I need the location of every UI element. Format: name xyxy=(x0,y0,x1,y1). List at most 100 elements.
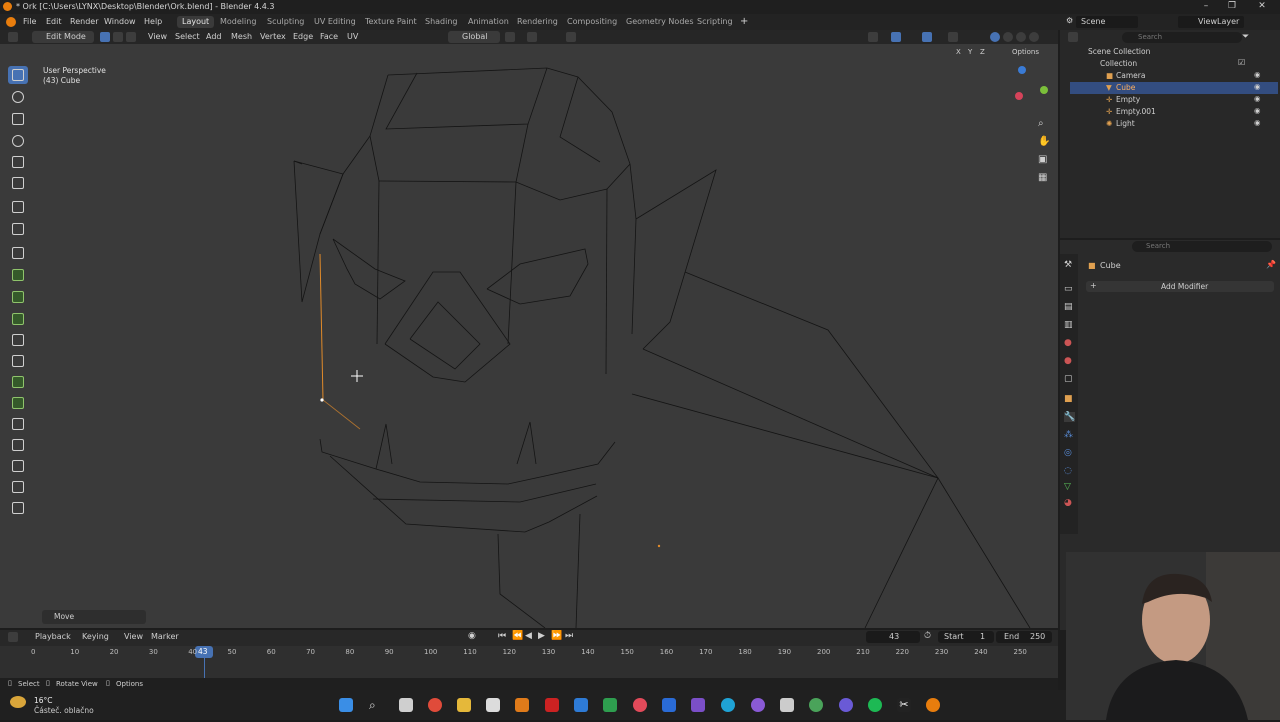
menu-file[interactable]: File xyxy=(23,17,36,26)
menu-view[interactable]: View xyxy=(148,32,167,41)
menu-mesh[interactable]: Mesh xyxy=(231,32,252,41)
weather-icon[interactable] xyxy=(10,696,26,708)
outliner-scene-collection[interactable]: Scene Collection xyxy=(1070,46,1278,58)
operator-panel[interactable]: Move xyxy=(42,610,146,624)
start-frame-field[interactable]: Start 1 xyxy=(938,631,994,643)
rendered-shading-icon[interactable] xyxy=(1029,32,1039,42)
eye-icon[interactable]: ◉ xyxy=(1254,106,1261,115)
tab-shading[interactable]: Shading xyxy=(420,16,463,28)
menu-render[interactable]: Render xyxy=(70,17,98,26)
blender-taskbar-icon[interactable] xyxy=(926,698,940,712)
menu-uv[interactable]: UV xyxy=(347,32,358,41)
tab-uv-editing[interactable]: UV Editing xyxy=(309,16,361,28)
particles-tab-icon[interactable]: ⁂ xyxy=(1064,430,1073,440)
outliner-item-cube[interactable]: ▼ Cube ◉ xyxy=(1070,82,1278,94)
loop-cut-tool[interactable] xyxy=(8,331,28,349)
wireframe-shading-icon[interactable] xyxy=(990,32,1000,42)
eye-icon[interactable]: ◉ xyxy=(1254,82,1261,91)
clock-icon[interactable]: ⏱ xyxy=(924,631,931,641)
menu-select[interactable]: Select xyxy=(175,32,200,41)
tab-compositing[interactable]: Compositing xyxy=(562,16,622,28)
edge-select-icon[interactable] xyxy=(113,32,123,42)
vlc-icon[interactable] xyxy=(515,698,529,712)
tab-modeling[interactable]: Modeling xyxy=(215,16,261,28)
mirror-axis-z[interactable]: Z xyxy=(980,48,985,56)
pan-hand-icon[interactable]: ✋ xyxy=(1038,136,1050,147)
settings-icon[interactable] xyxy=(780,698,794,712)
material-shading-icon[interactable] xyxy=(1016,32,1026,42)
keying-menu[interactable]: Keying xyxy=(82,632,109,641)
face-select-icon[interactable] xyxy=(126,32,136,42)
tab-texture-paint[interactable]: Texture Paint xyxy=(360,16,422,28)
scene-tab-icon[interactable]: ● xyxy=(1064,338,1072,348)
modifier-wrench-icon[interactable]: 🔧 xyxy=(1064,412,1076,422)
blender-menu-icon[interactable] xyxy=(6,17,16,27)
snap-icon[interactable] xyxy=(527,32,537,42)
chrome-icon[interactable] xyxy=(428,698,442,712)
extrude-tool[interactable] xyxy=(8,266,28,284)
tab-animation[interactable]: Animation xyxy=(463,16,514,28)
add-cube-tool[interactable] xyxy=(8,244,28,262)
3d-viewport[interactable]: User Perspective (43) Cube ⌕ ✋ ▣ ▦ Optio… xyxy=(0,44,1058,628)
xray-icon[interactable] xyxy=(948,32,958,42)
mail-icon[interactable] xyxy=(662,698,676,712)
knife-tool[interactable] xyxy=(8,352,28,370)
task-view-icon[interactable] xyxy=(399,698,413,712)
outliner-item-camera[interactable]: ■ Camera ◉ xyxy=(1070,70,1278,82)
eye-icon[interactable]: ◉ xyxy=(1254,118,1261,127)
mesh-wireframe[interactable] xyxy=(0,44,1058,628)
messenger-icon[interactable] xyxy=(751,698,765,712)
editor-type-icon[interactable] xyxy=(8,32,18,42)
playback-menu[interactable]: Playback xyxy=(35,632,71,641)
eye-icon[interactable]: ◉ xyxy=(1254,70,1261,79)
end-frame-field[interactable]: End 250 xyxy=(996,631,1052,643)
menu-edge[interactable]: Edge xyxy=(293,32,313,41)
select-box-tool[interactable] xyxy=(8,66,28,84)
marker-menu[interactable]: Marker xyxy=(151,632,179,641)
view-layer-selector[interactable]: ViewLayer xyxy=(1178,16,1244,28)
jump-end-icon[interactable]: ⏭ xyxy=(565,631,573,641)
spotify-icon[interactable] xyxy=(868,698,882,712)
menu-face[interactable]: Face xyxy=(320,32,338,41)
move-tool[interactable] xyxy=(8,110,28,128)
cursor-tool[interactable] xyxy=(8,88,28,106)
transform-tool[interactable] xyxy=(8,174,28,192)
edge-slide-tool[interactable] xyxy=(8,436,28,454)
store-icon[interactable] xyxy=(486,698,500,712)
tab-layout[interactable]: Layout xyxy=(177,16,215,28)
file-explorer-icon[interactable] xyxy=(457,698,471,712)
outliner-collection[interactable]: Collection ☑ xyxy=(1070,58,1278,70)
shrink-fatten-tool[interactable] xyxy=(8,457,28,475)
render-tab-icon[interactable]: ▭ xyxy=(1064,284,1073,294)
outliner-editor-icon[interactable] xyxy=(1068,32,1078,42)
menu-window[interactable]: Window xyxy=(104,17,136,26)
annotate-tool[interactable] xyxy=(8,198,28,216)
collection-tab-icon[interactable]: ▢ xyxy=(1064,374,1073,384)
visibility-icon[interactable] xyxy=(868,32,878,42)
pin-icon[interactable]: 📌 xyxy=(1266,260,1276,269)
proportional-edit-icon[interactable] xyxy=(566,32,576,42)
overlay-icon[interactable] xyxy=(922,32,932,42)
outliner-search-input[interactable]: Search xyxy=(1122,32,1242,43)
tab-scripting[interactable]: Scripting xyxy=(692,16,738,28)
maximize-icon[interactable]: ❐ xyxy=(1222,1,1242,13)
mirror-axis-y[interactable]: Y xyxy=(968,48,972,56)
outliner-item-light[interactable]: ✺ Light ◉ xyxy=(1070,118,1278,130)
rip-region-tool[interactable] xyxy=(8,499,28,517)
obs-icon[interactable] xyxy=(839,698,853,712)
tab-rendering[interactable]: Rendering xyxy=(512,16,563,28)
browser-icon[interactable] xyxy=(809,698,823,712)
gizmo-x-axis-icon[interactable] xyxy=(1015,92,1023,100)
outliner-item-empty-001[interactable]: ✛ Empty.001 ◉ xyxy=(1070,106,1278,118)
add-modifier-button[interactable]: + Add Modifier xyxy=(1086,281,1274,292)
data-tab-icon[interactable]: ▽ xyxy=(1064,482,1071,492)
scale-tool[interactable] xyxy=(8,153,28,171)
collection-checkbox-icon[interactable]: ☑ xyxy=(1238,58,1245,67)
physics-tab-icon[interactable]: ◎ xyxy=(1064,448,1072,458)
output-tab-icon[interactable]: ▤ xyxy=(1064,302,1073,312)
gizmo-y-axis-icon[interactable] xyxy=(1040,86,1048,94)
gizmo-z-axis-icon[interactable] xyxy=(1018,66,1026,74)
world-tab-icon[interactable]: ● xyxy=(1064,356,1072,366)
tool-tab-icon[interactable]: ⚒ xyxy=(1064,260,1072,270)
scene-icon[interactable]: ⚙ xyxy=(1066,16,1073,25)
